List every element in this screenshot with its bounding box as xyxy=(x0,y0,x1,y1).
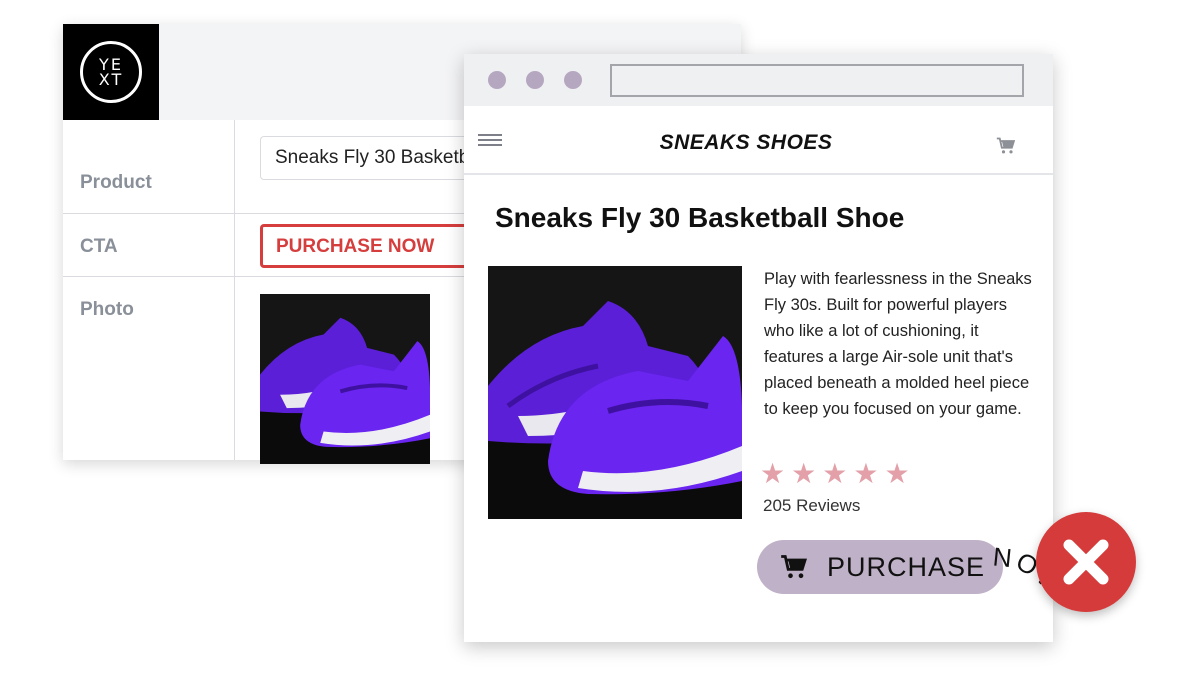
rating-stars: ★ ★ ★ ★ ★ xyxy=(760,459,910,489)
logo-circle: YE XT xyxy=(80,41,142,103)
cta-label: CTA xyxy=(80,236,118,257)
window-dot-close[interactable] xyxy=(488,71,506,89)
shoe-image xyxy=(260,294,430,464)
site-nav: SNEAKS SHOES xyxy=(464,106,1053,175)
purchase-button-label: PURCHASE xyxy=(827,552,986,582)
address-bar[interactable] xyxy=(610,64,1024,97)
shopping-cart-icon[interactable] xyxy=(996,136,1016,156)
logo-text: YE XT xyxy=(98,55,124,89)
browser-toolbar xyxy=(464,54,1053,106)
star-icon: ★ xyxy=(760,457,786,490)
product-title: Sneaks Fly 30 Basketball Shoe xyxy=(495,202,905,233)
photo-label: Photo xyxy=(80,299,134,320)
star-icon: ★ xyxy=(853,457,879,490)
window-dot-maximize[interactable] xyxy=(564,71,582,89)
error-badge xyxy=(1036,512,1136,612)
shoe-image xyxy=(488,266,742,519)
window-dot-minimize[interactable] xyxy=(526,71,544,89)
product-photo-thumbnail[interactable] xyxy=(260,294,430,464)
product-photo xyxy=(488,266,742,519)
shopping-cart-icon xyxy=(781,555,807,579)
star-icon: ★ xyxy=(884,457,910,490)
purchase-button[interactable]: PURCHASE xyxy=(757,540,1003,594)
product-label: Product xyxy=(80,172,152,193)
product-description: Play with fearlessness in the Sneaks Fly… xyxy=(764,270,1032,418)
store-name[interactable]: SNEAKS SHOES xyxy=(464,131,1028,155)
star-icon: ★ xyxy=(791,457,817,490)
review-count[interactable]: 205 Reviews xyxy=(763,496,860,516)
yext-logo: YE XT xyxy=(63,24,159,120)
x-icon xyxy=(1063,539,1109,585)
browser-window: SNEAKS SHOES Sneaks Fly 30 Basketball Sh… xyxy=(464,54,1068,642)
star-icon: ★ xyxy=(822,457,848,490)
